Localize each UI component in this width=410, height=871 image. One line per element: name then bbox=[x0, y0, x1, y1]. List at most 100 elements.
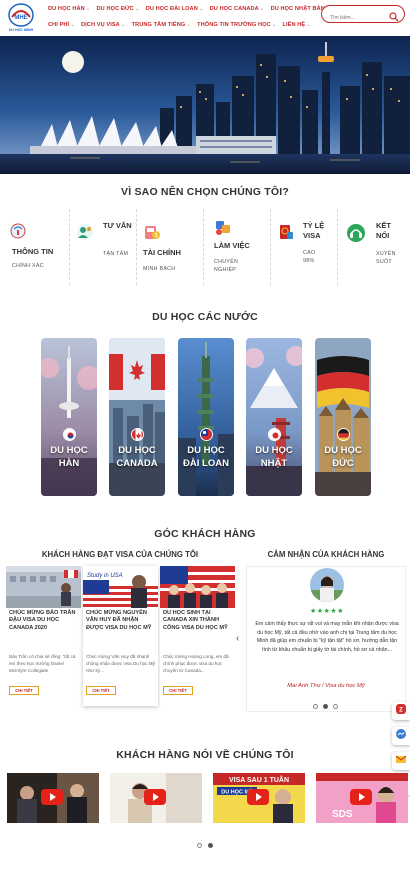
chevron-down-icon: ⌄ bbox=[198, 6, 204, 12]
chevron-down-icon: ⌄ bbox=[259, 6, 265, 12]
detail-button[interactable]: CHI TIẾT bbox=[9, 686, 39, 695]
review-pagination bbox=[313, 704, 338, 709]
visa-card[interactable]: DU HỌC SINH TẠI CANADA XIN THÀNH CÔNG VI… bbox=[160, 566, 235, 706]
chevron-left-icon[interactable]: ‹ bbox=[236, 633, 239, 644]
nav-item[interactable]: DU HỌC ĐỨC⌄ bbox=[97, 6, 140, 12]
nav-row-primary: DU HỌC HÀN⌄ DU HỌC ĐỨC⌄ DU HỌC ĐÀI LOAN⌄ DU… bbox=[48, 1, 331, 17]
review-author: Mai Anh Thư / Visa du học Mỹ bbox=[287, 683, 365, 689]
hero-image bbox=[0, 36, 410, 174]
visa-card-desc: Chúc mừng Hoàng Long, em đã chính phục đ… bbox=[163, 654, 229, 673]
visa-card-title: DU HỌC SINH TẠI CANADA XIN THÀNH CÔNG VI… bbox=[163, 610, 228, 631]
canada-image bbox=[109, 338, 165, 496]
visa-card[interactable]: Study in USA CHÚC MỪNG NGUYỄN VĂN HUY ĐÃ… bbox=[83, 566, 158, 706]
visa-card-desc: Chúc mừng Văn Huy đã nhanh chóng nhận đư… bbox=[86, 654, 155, 673]
zalo-button[interactable]: Z bbox=[392, 702, 410, 720]
svg-text:$: $ bbox=[155, 233, 158, 239]
video-thumbnail[interactable]: VISA SAU 1 TUẦN DU HỌC MỸ bbox=[213, 773, 305, 823]
video-thumbnail[interactable] bbox=[7, 773, 99, 823]
nav-item[interactable]: DU HỌC ĐÀI LOAN⌄ bbox=[146, 6, 204, 12]
messenger-icon bbox=[395, 727, 407, 745]
zalo-icon: Z bbox=[395, 702, 407, 720]
video-thumbnail[interactable] bbox=[110, 773, 202, 823]
svg-text:MHE: MHE bbox=[14, 15, 27, 21]
country-label: DU HỌC NHẬT bbox=[255, 445, 293, 469]
nav-item[interactable]: CHI PHÍ⌄ bbox=[48, 22, 75, 28]
feature-subtitle: CHUYÊN NGHIỆP bbox=[214, 259, 239, 273]
feature-consult: TƯ VẤN TẬN TÂM bbox=[70, 209, 137, 285]
country-card-germany[interactable]: DU HỌC ĐỨC bbox=[315, 338, 371, 496]
visa-card-title: CHÚC MỪNG BẢO TRÂN ĐẬU VISA DU HỌC CANAD… bbox=[9, 610, 76, 631]
canada-flag-icon bbox=[131, 428, 144, 441]
messenger-button[interactable] bbox=[392, 727, 410, 745]
search-box bbox=[321, 5, 405, 25]
work-icon bbox=[214, 219, 232, 242]
country-label: DU HỌC ĐÀI LOAN bbox=[183, 445, 229, 469]
video-thumbnail[interactable]: SDS bbox=[316, 773, 408, 823]
svg-text:SDS: SDS bbox=[332, 809, 353, 820]
search-input[interactable] bbox=[330, 11, 396, 25]
nav-item-label: TRUNG TÂM TIẾNG bbox=[131, 22, 186, 28]
nav-item-label: DU HỌC ĐÀI LOAN bbox=[145, 6, 198, 12]
japan-image bbox=[246, 338, 302, 496]
nav-item[interactable]: DU HỌC CANADA⌄ bbox=[210, 6, 265, 12]
search-icon[interactable] bbox=[389, 9, 399, 22]
play-icon[interactable] bbox=[144, 789, 166, 805]
germany-image bbox=[315, 338, 371, 496]
nav-item[interactable]: DU HỌC HÀN⌄ bbox=[48, 6, 91, 12]
logo[interactable]: MHE DU HỌC MINH bbox=[4, 2, 38, 33]
korea-flag-icon bbox=[63, 428, 76, 441]
pagination-dot-active[interactable] bbox=[323, 704, 328, 709]
nav-item[interactable]: DỊCH VỤ VISA⌄ bbox=[81, 22, 126, 28]
visa-success-heading: KHÁCH HÀNG ĐẠT VISA CỦA CHÚNG TÔI bbox=[41, 550, 199, 559]
nav-item-label: DU HỌC HÀN bbox=[48, 6, 85, 12]
country-card-canada[interactable]: DU HỌC CANADA bbox=[109, 338, 165, 496]
feature-title: TƯ VẤN bbox=[103, 221, 132, 230]
nav-item-label: CHI PHÍ bbox=[48, 22, 70, 28]
feature-subtitle: TẬN TÂM bbox=[103, 251, 129, 257]
rating-stars: ★★★★★ bbox=[310, 608, 344, 615]
visa-card-image bbox=[6, 566, 81, 608]
nav-item-label: THÔNG TIN TRƯỜNG HỌC bbox=[197, 22, 271, 28]
chevron-down-icon: ⌄ bbox=[85, 6, 91, 12]
svg-text:Z: Z bbox=[399, 708, 403, 714]
country-card-korea[interactable]: DU HỌC HÀN bbox=[41, 338, 97, 496]
detail-button[interactable]: CHI TIẾT bbox=[163, 686, 193, 695]
visa-card-image bbox=[160, 566, 235, 608]
taiwan-image bbox=[178, 338, 234, 496]
play-icon[interactable] bbox=[350, 789, 372, 805]
review-text: Em cảm thấy thực sự rất vui và may mắn k… bbox=[255, 621, 399, 653]
chevron-down-icon: ⌄ bbox=[186, 22, 192, 28]
feature-connect: KẾT NỐI XUYÊN SUỐT bbox=[338, 209, 406, 285]
info-icon bbox=[10, 223, 26, 244]
svg-text:DU HỌC MINH: DU HỌC MINH bbox=[9, 28, 34, 32]
nav-item[interactable]: LIÊN HỆ⌄ bbox=[283, 22, 312, 28]
pagination-dot[interactable] bbox=[333, 704, 338, 709]
nav-row-secondary: CHI PHÍ⌄ DỊCH VỤ VISA⌄ TRUNG TÂM TIẾNG⌄ THÔ… bbox=[48, 17, 311, 33]
pagination-dot[interactable] bbox=[197, 843, 202, 848]
pagination-dot[interactable] bbox=[313, 704, 318, 709]
chevron-down-icon: ⌄ bbox=[306, 22, 312, 28]
study-in-usa-badge: Study in USA bbox=[87, 573, 123, 579]
feature-title: THÔNG TIN bbox=[12, 247, 54, 256]
customer-corner-title: GÓC KHÁCH HÀNG bbox=[154, 528, 256, 540]
feature-subtitle: CHÍNH XÁC bbox=[12, 263, 44, 269]
why-features: THÔNG TIN CHÍNH XÁC TƯ VẤN TẬN TÂM $ TÀI… bbox=[4, 209, 406, 285]
feature-accurate-info: THÔNG TIN CHÍNH XÁC bbox=[4, 209, 70, 285]
japan-flag-icon bbox=[268, 428, 281, 441]
play-icon[interactable] bbox=[41, 789, 63, 805]
nav-item[interactable]: THÔNG TIN TRƯỜNG HỌC⌄ bbox=[197, 22, 276, 28]
detail-button[interactable]: CHI TIẾT bbox=[86, 686, 116, 695]
visa-card[interactable]: CHÚC MỪNG BẢO TRÂN ĐẬU VISA DU HỌC CANAD… bbox=[6, 566, 81, 706]
chevron-down-icon: ⌄ bbox=[70, 22, 76, 28]
country-card-japan[interactable]: DU HỌC NHẬT bbox=[246, 338, 302, 496]
hero-banner bbox=[0, 36, 410, 174]
passport-icon bbox=[277, 223, 295, 246]
pagination-dot-active[interactable] bbox=[208, 843, 213, 848]
country-card-taiwan[interactable]: DU HỌC ĐÀI LOAN bbox=[178, 338, 234, 496]
taiwan-flag-icon bbox=[200, 428, 213, 441]
korea-image bbox=[41, 338, 97, 496]
play-icon[interactable] bbox=[247, 789, 269, 805]
consult-icon bbox=[76, 223, 94, 246]
chevron-down-icon: ⌄ bbox=[271, 22, 277, 28]
nav-item[interactable]: TRUNG TÂM TIẾNG⌄ bbox=[132, 22, 192, 28]
